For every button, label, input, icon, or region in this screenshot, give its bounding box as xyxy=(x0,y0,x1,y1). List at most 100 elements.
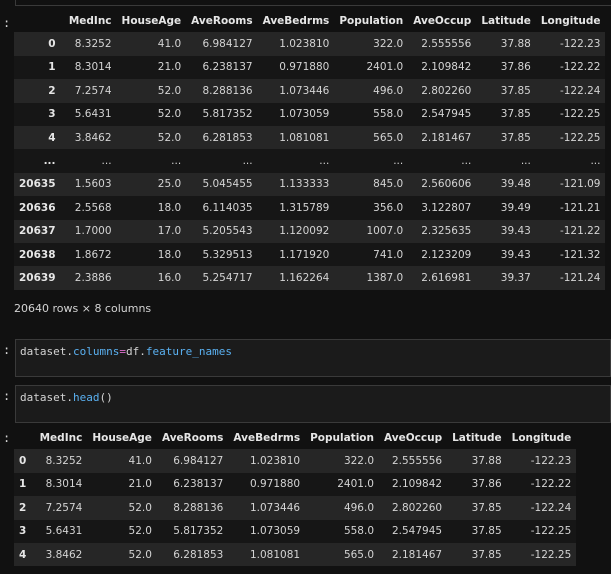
column-header: AveRooms xyxy=(191,14,253,27)
table-cell: 2.109842 xyxy=(421,61,472,74)
dataframe-output-head: MedInc HouseAge AveRooms AveBedrms Populatio… xyxy=(14,426,577,567)
table-cell: -122.22 xyxy=(559,61,601,74)
table-cell: 2401.0 xyxy=(337,478,374,491)
table-cell: 37.88 xyxy=(500,38,531,51)
table-row: 0 8.3252 41.0 6.984127 1.023810 322.0 2.555556… xyxy=(14,32,606,56)
table-cell: 5.205543 xyxy=(202,225,253,238)
table-cell: 37.85 xyxy=(471,501,502,514)
table-cell: 6.238137 xyxy=(202,61,253,74)
code-token: = xyxy=(119,345,126,358)
dataframe-header-row: MedInc HouseAge AveRooms AveBedrms Populatio… xyxy=(14,426,576,449)
table-cell: ... xyxy=(319,155,330,168)
table-row: 3 5.6431 52.0 5.817352 1.073059 558.0 2.547945… xyxy=(14,102,606,126)
column-header: AveOccup xyxy=(384,431,443,444)
table-cell: 3.8462 xyxy=(45,548,83,561)
row-index: 3 xyxy=(19,525,27,538)
table-cell: -121.21 xyxy=(559,201,601,214)
table-row: 20637 1.7000 17.0 5.205543 1.120092 1007.0 2.3… xyxy=(14,219,606,243)
row-index: 20638 xyxy=(19,248,56,261)
table-cell: 322.0 xyxy=(373,38,404,51)
table-cell: 41.0 xyxy=(157,38,182,51)
table-cell: 37.85 xyxy=(500,108,531,121)
column-header: Population xyxy=(310,431,374,444)
table-cell: 7.2574 xyxy=(45,501,83,514)
table-cell: 3.8462 xyxy=(74,131,112,144)
column-header xyxy=(14,426,31,449)
table-cell: 17.0 xyxy=(157,225,182,238)
row-index: 4 xyxy=(48,131,56,144)
table-cell: 18.0 xyxy=(157,201,182,214)
code-cell-set-columns[interactable]: dataset.columns=df.feature_names xyxy=(15,339,611,377)
table-cell: -122.23 xyxy=(559,38,601,51)
column-header: HouseAge xyxy=(121,14,182,27)
table-cell: 1.073446 xyxy=(279,84,330,97)
table-cell: 52.0 xyxy=(157,108,182,121)
table-cell: -121.22 xyxy=(559,225,601,238)
table-cell: 1.081081 xyxy=(249,548,301,561)
table-cell: 2.181467 xyxy=(391,548,443,561)
column-header: HouseAge xyxy=(92,431,152,444)
table-row: 3 5.6431 52.0 5.817352 1.073059 558.0 2.547945… xyxy=(14,519,577,543)
table-cell: 3.122807 xyxy=(421,201,472,214)
table-cell: 558.0 xyxy=(373,108,404,121)
table-cell: 2.123209 xyxy=(421,248,472,261)
table-cell: 565.0 xyxy=(373,131,404,144)
table-cell: 1.8672 xyxy=(74,248,112,261)
row-index: 20637 xyxy=(19,225,56,238)
table-cell: 39.43 xyxy=(500,225,531,238)
table-cell: -122.24 xyxy=(559,84,601,97)
column-header xyxy=(14,9,61,32)
table-row: 0 8.3252 41.0 6.984127 1.023810 322.0 2.555556… xyxy=(14,449,577,473)
table-cell: 2.616981 xyxy=(421,271,472,284)
code-token: . xyxy=(66,391,73,404)
table-cell: 322.0 xyxy=(343,455,374,468)
table-cell: 37.88 xyxy=(471,455,502,468)
table-cell: 2.181467 xyxy=(421,131,472,144)
column-header: Longitude xyxy=(540,14,601,27)
table-cell: 39.49 xyxy=(500,201,531,214)
column-header: Population xyxy=(339,14,404,27)
table-cell: 496.0 xyxy=(373,84,404,97)
table-cell: 18.0 xyxy=(157,248,182,261)
table-cell: 356.0 xyxy=(373,201,404,214)
table-row: 20638 1.8672 18.0 5.329513 1.171920 741.0 2.12… xyxy=(14,242,606,267)
row-index: 2 xyxy=(48,84,56,97)
table-cell: 1007.0 xyxy=(366,225,404,238)
table-cell: 5.045455 xyxy=(202,178,253,191)
table-cell: -121.24 xyxy=(559,271,601,284)
table-cell: ... xyxy=(461,155,472,168)
table-cell: 52.0 xyxy=(157,84,182,97)
table-cell: ... xyxy=(393,155,404,168)
table-cell: 5.817352 xyxy=(173,525,224,538)
row-index: 0 xyxy=(48,38,56,51)
table-cell: 0.971880 xyxy=(279,61,330,74)
row-index: 4 xyxy=(19,548,27,561)
table-cell: 1.073446 xyxy=(249,501,301,514)
table-cell: 37.85 xyxy=(500,131,531,144)
table-cell: 1.023810 xyxy=(249,455,301,468)
table-cell: 1.023810 xyxy=(279,38,330,51)
table-row: 1 8.3014 21.0 6.238137 0.971880 2401.0 2.10984… xyxy=(14,55,606,80)
cell-prompt: : xyxy=(3,389,11,403)
table-cell: 8.3252 xyxy=(74,38,112,51)
table-cell: 0.971880 xyxy=(249,478,301,491)
table-cell: 2.802260 xyxy=(391,501,443,514)
column-header: MedInc xyxy=(68,14,112,27)
table-cell: 21.0 xyxy=(128,478,152,491)
code-cell-head[interactable]: dataset.head() xyxy=(15,385,611,423)
output-prompt: : xyxy=(3,431,11,445)
table-cell: 2.5568 xyxy=(74,201,112,214)
row-index: 20635 xyxy=(19,178,56,191)
table-cell: 37.85 xyxy=(500,84,531,97)
column-header: AveBedrms xyxy=(262,14,330,27)
table-row: 2 7.2574 52.0 8.288136 1.073446 496.0 2.802260… xyxy=(14,79,606,103)
table-cell: 2.325635 xyxy=(421,225,472,238)
table-cell: 2.547945 xyxy=(421,108,472,121)
table-cell: 1.315789 xyxy=(279,201,330,214)
table-cell: 845.0 xyxy=(373,178,404,191)
table-cell: 37.86 xyxy=(471,478,502,491)
table-cell: 52.0 xyxy=(128,548,152,561)
table-cell: 6.281853 xyxy=(202,131,253,144)
row-index: 2 xyxy=(19,501,27,514)
code-token: . xyxy=(66,345,73,358)
